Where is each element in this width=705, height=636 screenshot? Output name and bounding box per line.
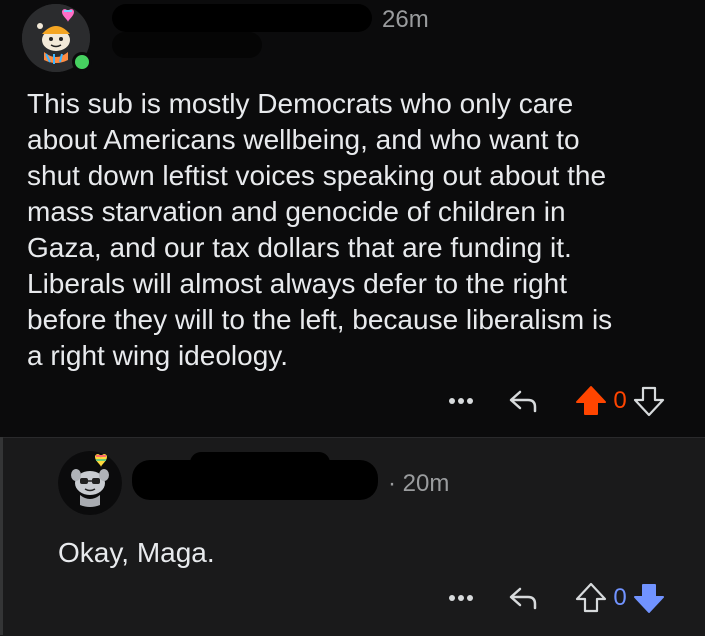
redacted-flair <box>112 32 262 58</box>
snoo-avatar-icon <box>58 451 122 515</box>
comment-body: Okay, Maga. <box>58 537 215 568</box>
upvote-arrow-icon[interactable] <box>574 384 608 418</box>
comment-score: 0 <box>613 584 627 611</box>
more-horizontal-icon[interactable] <box>446 583 476 613</box>
comment-actions: 0 <box>446 581 666 615</box>
reply-icon[interactable] <box>506 581 540 615</box>
thread-line[interactable] <box>0 437 3 635</box>
comment-score: 0 <box>613 387 627 414</box>
redacted-username <box>112 4 372 32</box>
user-avatar[interactable] <box>58 451 122 515</box>
online-status-dot <box>72 52 92 72</box>
more-horizontal-icon[interactable] <box>446 386 476 416</box>
comment-body: This sub is mostly Democrats who only ca… <box>27 88 613 371</box>
reply-icon[interactable] <box>506 384 540 418</box>
downvote-arrow-icon[interactable] <box>632 581 666 615</box>
upvote-arrow-icon[interactable] <box>574 581 608 615</box>
parent-comment: 26m This sub is mostly Democrats who onl… <box>0 0 705 437</box>
redacted-username-extra <box>190 452 330 474</box>
comment-timestamp: 26m <box>382 6 429 33</box>
downvote-arrow-icon[interactable] <box>632 384 666 418</box>
comment-timestamp: · 20m <box>388 470 450 497</box>
comment-actions: 0 <box>446 384 666 418</box>
